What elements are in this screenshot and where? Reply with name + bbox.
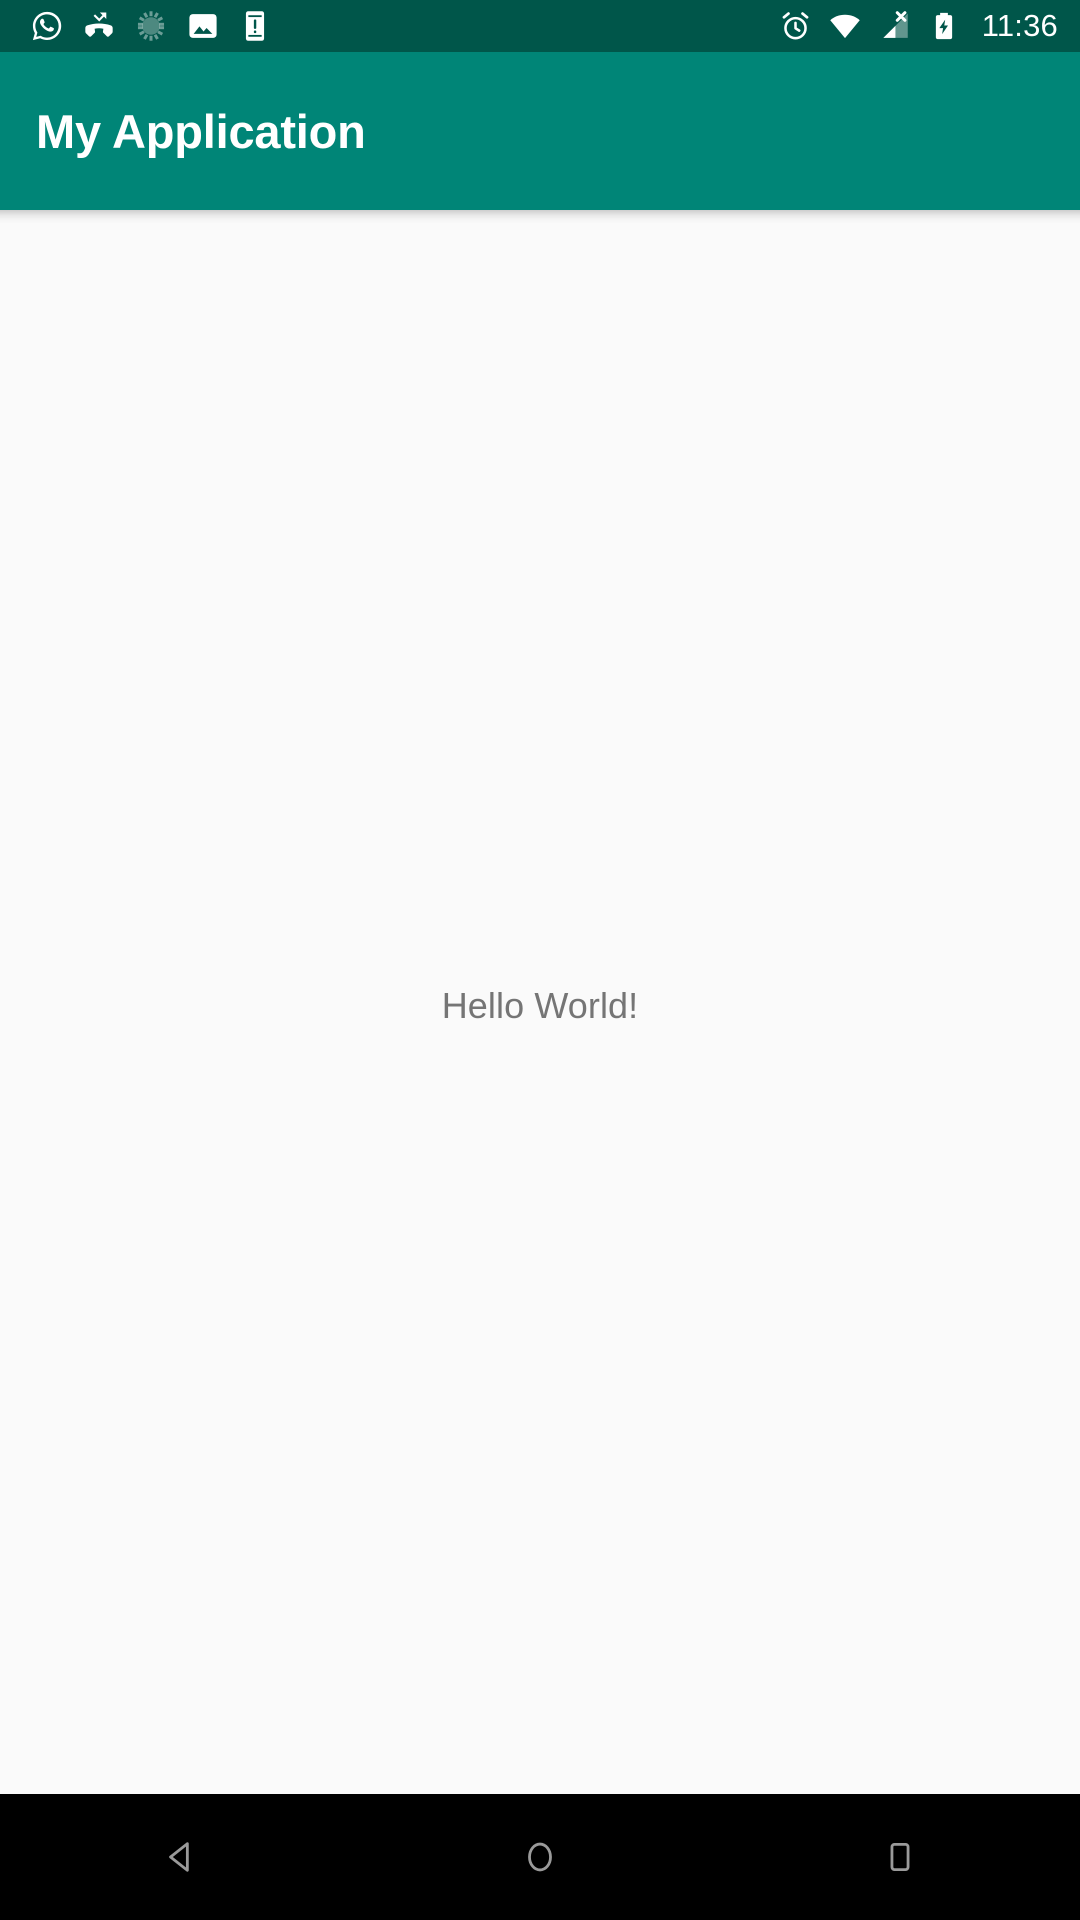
page-title: My Application [36,104,366,158]
app-bar: My Application [0,52,1080,210]
status-bar-right-icons: 11:36 [779,0,1058,52]
status-bar[interactable]: 11:36 [0,0,1080,52]
phone-alert-icon [238,0,272,52]
battery-charging-icon [928,0,960,52]
sync-spinner-icon [134,0,168,52]
home-circle-icon [519,1836,561,1878]
alarm-clock-icon [779,0,812,52]
hello-world-text: Hello World! [441,985,639,1026]
android-screen: 11:36 My Application Hello World! [0,0,1080,1920]
missed-call-icon [82,0,116,52]
photo-icon [186,0,220,52]
nav-back-button[interactable] [0,1794,360,1920]
nav-recents-button[interactable] [720,1794,1080,1920]
whatsapp-icon [30,0,64,52]
content-area: Hello World! [0,210,1080,1794]
nav-home-button[interactable] [360,1794,720,1920]
navigation-bar [0,1794,1080,1920]
recents-square-icon [879,1836,921,1878]
wifi-icon [828,0,862,52]
cellular-no-signal-icon [878,0,912,52]
status-bar-left-icons [30,0,272,52]
back-triangle-icon [159,1836,201,1878]
status-bar-clock: 11:36 [981,8,1058,43]
